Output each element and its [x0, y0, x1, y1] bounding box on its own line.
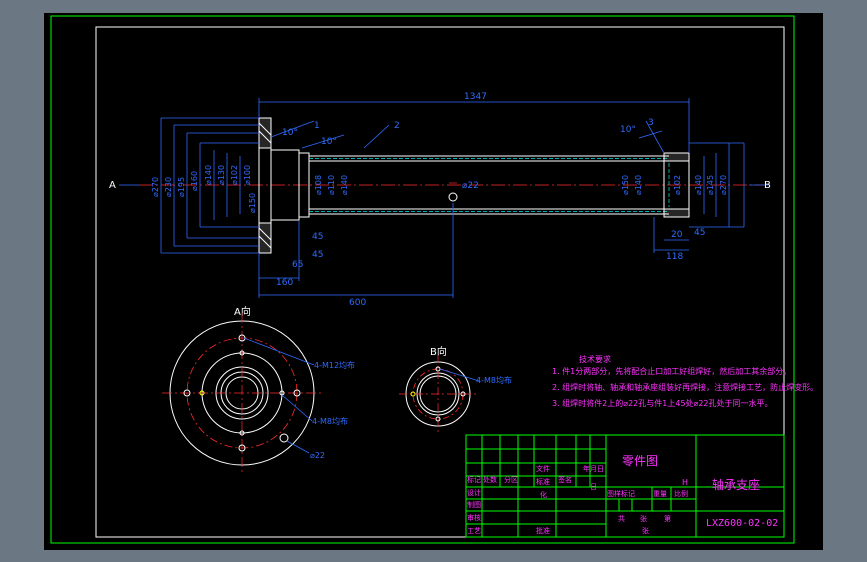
lower-dim-600: 600: [349, 298, 366, 308]
drawing-type: 零件图: [622, 454, 658, 468]
svg-text:标准: 标准: [536, 477, 550, 486]
view-b-label: B向: [430, 345, 447, 358]
svg-text:设计: 设计: [467, 488, 481, 497]
note-line-1: 1. 件1分两部分，先将配合止口加工好组焊好，然后加工其余部分。: [552, 366, 791, 376]
technical-notes[interactable]: 技术要求 1. 件1分两部分，先将配合止口加工好组焊好，然后加工其余部分。 2.…: [552, 354, 818, 408]
svg-text:⌀102: ⌀102: [230, 165, 239, 185]
svg-text:⌀108: ⌀108: [314, 175, 323, 195]
svg-text:日: 日: [590, 483, 597, 491]
chamfer-label-3: 10°: [620, 125, 636, 135]
svg-text:⌀140: ⌀140: [634, 175, 643, 195]
section-label-a: A: [109, 180, 116, 191]
svg-text:工艺: 工艺: [467, 527, 481, 535]
svg-text:⌀195: ⌀195: [177, 177, 186, 197]
svg-text:共: 共: [618, 514, 625, 523]
svg-text:⌀160: ⌀160: [190, 171, 199, 191]
chamfer-label-1: 10°: [282, 128, 298, 138]
right-lower-dim-1: 118: [666, 252, 683, 262]
svg-text:第: 第: [664, 514, 671, 523]
view-a-callout-3: ⌀22: [310, 451, 325, 460]
note-line-3: 3. 组焊时将件2上的⌀22孔与件1上45处⌀22孔处于同一水平。: [552, 398, 773, 408]
radial-hole: [448, 192, 458, 202]
right-lower-dim-0: 20: [671, 230, 683, 240]
svg-text:分区: 分区: [504, 475, 518, 484]
svg-text:⌀230: ⌀230: [164, 177, 173, 197]
svg-text:⌀270: ⌀270: [719, 175, 728, 195]
svg-text:签名: 签名: [558, 475, 572, 484]
small-dim-2: 65: [292, 260, 303, 270]
part-label-1: 1: [314, 121, 320, 131]
drawing-number: LXZ600-02-02: [706, 518, 778, 529]
svg-text:张: 张: [642, 526, 649, 535]
view-b-geometry: [399, 355, 480, 433]
main-section-view[interactable]: 1347 1 2 3 10° 10° 10° A B ⌀22 160 600 4…: [109, 92, 771, 308]
svg-text:文件: 文件: [536, 464, 550, 473]
svg-text:⌀140: ⌀140: [694, 175, 703, 195]
svg-text:图样标记: 图样标记: [607, 489, 635, 498]
svg-text:⌀130: ⌀130: [217, 165, 226, 185]
view-a[interactable]: A向 4-M12均布 4-M8均布 ⌀22: [162, 305, 355, 473]
svg-text:⌀110: ⌀110: [327, 175, 336, 195]
svg-text:张: 张: [640, 514, 647, 523]
lower-dim-160: 160: [276, 278, 293, 288]
mark-h: H: [682, 478, 688, 487]
svg-text:⌀100: ⌀100: [243, 165, 252, 185]
svg-text:⌀270: ⌀270: [151, 177, 160, 197]
svg-text:⌀140: ⌀140: [340, 175, 349, 195]
svg-text:⌀102: ⌀102: [673, 175, 682, 195]
view-a-callout-1: 4-M12均布: [314, 360, 355, 370]
svg-text:⌀150: ⌀150: [248, 193, 257, 213]
view-a-geometry: [162, 313, 322, 473]
note-line-2: 2. 组焊时将轴、轴承和轴承座组装好再焊接，注意焊接工艺，防止焊变形。: [552, 382, 818, 392]
view-a-label: A向: [234, 305, 251, 318]
right-lower-dim-2: 45: [694, 228, 705, 238]
svg-text:批准: 批准: [536, 526, 550, 535]
small-dim-0: 45: [312, 250, 323, 260]
svg-text:化: 化: [540, 490, 547, 499]
left-flange: [258, 117, 310, 254]
svg-text:制图: 制图: [467, 500, 481, 509]
svg-text:处数: 处数: [483, 475, 497, 484]
notes-title: 技术要求: [579, 354, 611, 364]
small-dim-1: 45: [312, 232, 323, 242]
main-dimension-texts: 1347 1 2 3 10° 10° 10° A B ⌀22 160 600 4…: [109, 92, 771, 308]
chamfer-label-2: 10°: [321, 137, 337, 147]
svg-text:⌀145: ⌀145: [706, 175, 715, 195]
part-label-3: 3: [648, 118, 654, 128]
main-dimensions: [119, 98, 769, 298]
view-b-callout-1: 4-M8均布: [476, 375, 512, 385]
svg-text:审核: 审核: [467, 513, 481, 522]
view-b[interactable]: B向 4-M8均布: [399, 345, 512, 433]
cad-viewport[interactable]: 1347 1 2 3 10° 10° 10° A B ⌀22 160 600 4…: [44, 13, 823, 550]
svg-text:⌀150: ⌀150: [621, 175, 630, 195]
svg-text:⌀140: ⌀140: [204, 165, 213, 185]
svg-text:标记: 标记: [467, 475, 481, 484]
view-a-callout-2: 4-M8均布: [312, 416, 348, 426]
sheet-outer-border: [50, 15, 795, 544]
sheet-inner-frame: [95, 26, 785, 538]
title-block[interactable]: 零件图 轴承支座 LXZ600-02-02 H 标记 处数 分区 文件 签名 年…: [465, 434, 785, 538]
svg-text:重量: 重量: [653, 490, 667, 498]
hole-dim: ⌀22: [462, 181, 479, 191]
section-label-b: B: [764, 180, 771, 191]
cad-drawing[interactable]: 1347 1 2 3 10° 10° 10° A B ⌀22 160 600 4…: [44, 13, 823, 550]
part-name: 轴承支座: [712, 477, 760, 492]
svg-text:比例: 比例: [674, 489, 688, 498]
svg-text:年月日: 年月日: [583, 464, 604, 473]
overall-length-dim: 1347: [464, 92, 487, 102]
part-label-2: 2: [394, 121, 400, 131]
